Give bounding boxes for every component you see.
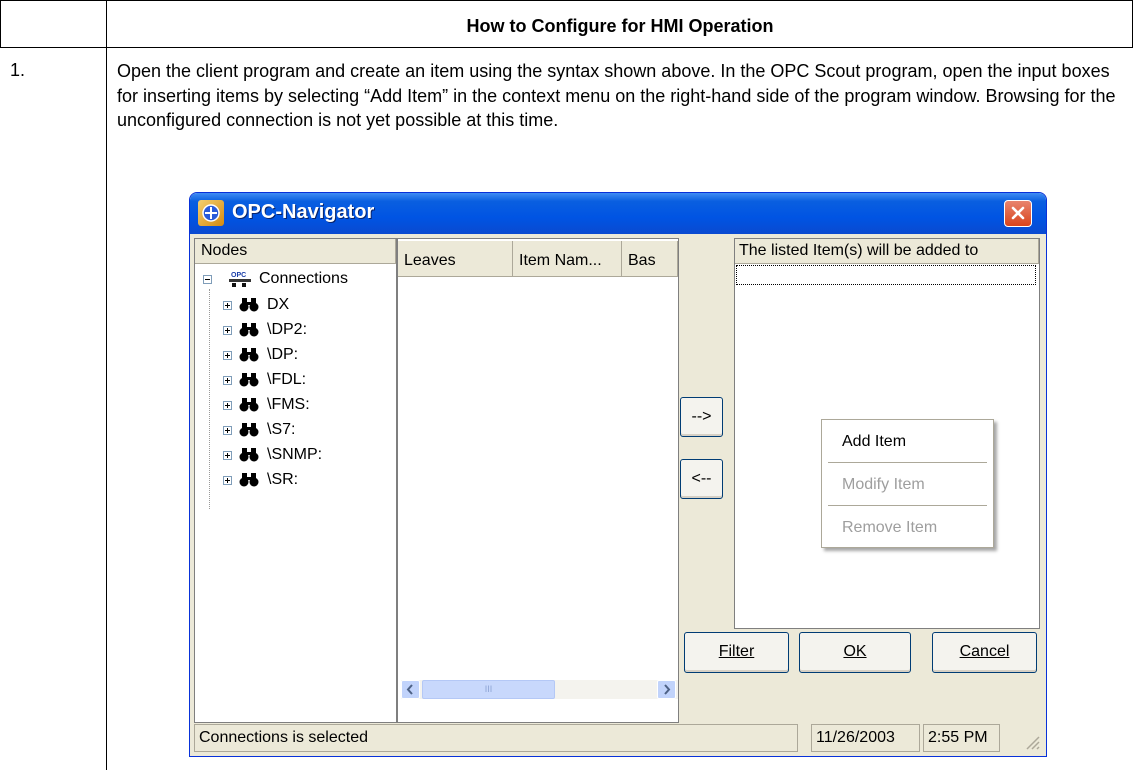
scroll-right-button[interactable] [657, 680, 676, 699]
collapse-icon[interactable] [203, 275, 212, 284]
item-name-column-header[interactable]: Item Nam... [513, 241, 622, 277]
scroll-left-button[interactable] [401, 680, 420, 699]
chevron-left-icon [406, 684, 413, 695]
menu-item-modify-item[interactable]: Modify Item [822, 467, 993, 503]
menu-item-remove-item[interactable]: Remove Item [822, 510, 993, 546]
binoculars-icon [239, 373, 259, 387]
expand-icon[interactable] [223, 376, 232, 385]
tree-item-label: \DP2: [267, 321, 308, 338]
svg-text:OPC: OPC [231, 272, 246, 279]
table-border-left [0, 0, 1, 47]
context-menu: Add Item Modify Item Remove Item [821, 419, 994, 548]
binoculars-icon [239, 323, 259, 337]
menu-item-add-item[interactable]: Add Item [822, 424, 993, 460]
title-bar[interactable]: OPC-Navigator [190, 193, 1046, 234]
menu-separator [828, 462, 987, 463]
leaves-horizontal-scrollbar[interactable]: III [401, 680, 678, 699]
items-to-add-header[interactable]: The listed Item(s) will be added to [735, 239, 1039, 264]
dialog-title: OPC-Navigator [232, 201, 375, 223]
status-time: 2:55 PM [923, 724, 1000, 752]
binoculars-icon [239, 298, 259, 312]
expand-icon[interactable] [223, 401, 232, 410]
table-header-divider [0, 47, 1133, 48]
close-button[interactable] [1004, 200, 1032, 227]
ok-label: OK [843, 643, 867, 660]
tree-guide-line [209, 289, 210, 509]
table-column-divider [106, 0, 107, 770]
tree-root-label: Connections [259, 270, 348, 287]
scroll-thumb[interactable]: III [422, 680, 555, 699]
tree-item-label: \SR: [267, 471, 299, 488]
expand-icon[interactable] [223, 476, 232, 485]
tree-item-label: \FMS: [267, 396, 310, 413]
status-bar: Connections is selected 11/26/2003 2:55 … [194, 724, 1042, 754]
status-date: 11/26/2003 [811, 724, 920, 752]
tree-item-label: \FDL: [267, 371, 307, 388]
cancel-label: Cancel [959, 643, 1010, 660]
nodes-header[interactable]: Nodes [195, 239, 396, 264]
close-icon [1011, 206, 1025, 220]
tree-item-label: DX [267, 296, 290, 313]
dialog-client-area: Nodes OPC Connections DX \DP2: \DP: \FDL… [194, 234, 1042, 752]
tree-item-label: \S7: [267, 421, 296, 438]
binoculars-icon [239, 473, 259, 487]
chevron-right-icon [664, 684, 671, 695]
table-header: How to Configure for HMI Operation [466, 16, 774, 36]
status-message: Connections is selected [194, 724, 798, 752]
tree-item-label: \SNMP: [267, 446, 323, 463]
tree-item-label: \DP: [267, 346, 299, 363]
binoculars-icon [239, 348, 259, 362]
opc-navigator-dialog: OPC-Navigator Nodes OPC Connections DX \… [190, 193, 1046, 756]
expand-icon[interactable] [223, 301, 232, 310]
expand-icon[interactable] [223, 426, 232, 435]
filter-button[interactable]: Filter [684, 632, 789, 673]
binoculars-icon [239, 398, 259, 412]
table-border-top [0, 0, 1133, 1]
opc-navigator-icon [198, 200, 224, 226]
base-column-header[interactable]: Bas [622, 241, 678, 277]
resize-grip-icon[interactable] [1024, 734, 1040, 750]
leaves-list-panel[interactable]: Leaves Item Nam... Bas [397, 238, 679, 723]
binoculars-icon [239, 423, 259, 437]
add-arrow-button[interactable]: --> [680, 397, 723, 437]
leaves-column-header[interactable]: Leaves [398, 241, 513, 277]
step-number: 1. [10, 60, 26, 80]
remove-arrow-button[interactable]: <-- [680, 459, 723, 499]
menu-separator [828, 505, 987, 506]
filter-label: Filter [718, 643, 755, 660]
expand-icon[interactable] [223, 351, 232, 360]
focused-list-row[interactable] [736, 265, 1036, 285]
ok-button[interactable]: OK [799, 632, 911, 673]
cancel-button[interactable]: Cancel [932, 632, 1037, 673]
expand-icon[interactable] [223, 326, 232, 335]
nodes-tree-panel[interactable]: Nodes OPC Connections DX \DP2: \DP: \FDL… [194, 238, 397, 723]
step-description: Open the client program and create an it… [117, 61, 1116, 130]
binoculars-icon [239, 448, 259, 462]
opc-connections-icon: OPC [229, 272, 251, 287]
expand-icon[interactable] [223, 451, 232, 460]
